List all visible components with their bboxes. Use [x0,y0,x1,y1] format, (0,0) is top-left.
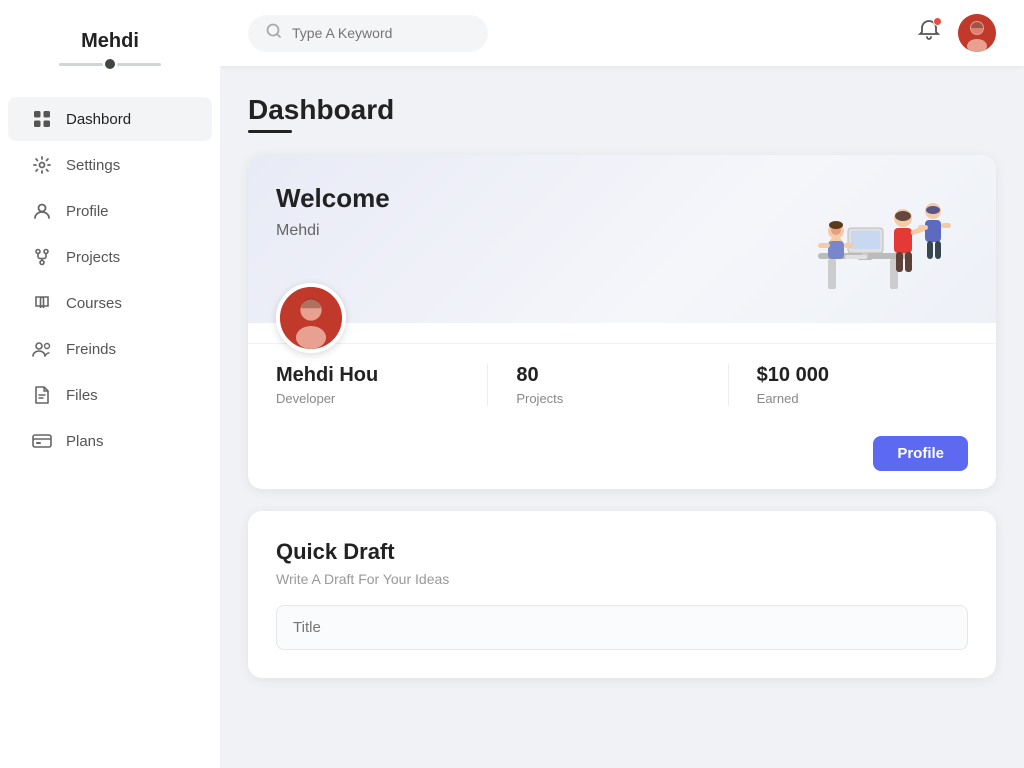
sidebar-divider [16,59,204,69]
sidebar-item-freinds[interactable]: Freinds [8,327,212,371]
sidebar-item-label-freinds: Freinds [66,341,116,358]
sidebar-nav: Dashbord Settings Profile [0,97,220,463]
stat-projects-value: 80 [516,364,727,387]
sidebar-item-courses[interactable]: Courses [8,281,212,325]
people-icon [32,339,52,359]
fork-icon [32,247,52,267]
notification-dot [933,17,942,26]
welcome-footer: Profile [248,426,996,489]
welcome-text: Welcome Mehdi [276,183,390,240]
quick-draft-subtitle: Write A Draft For Your Ideas [276,571,968,587]
draft-title-input[interactable] [276,605,968,650]
card-icon [32,431,52,451]
grid-icon [32,109,52,129]
search-input[interactable] [292,25,470,41]
welcome-stats: Mehdi Hou Developer 80 Projects $10 000 … [248,343,996,426]
search-box[interactable] [248,15,488,52]
page-title: Dashboard [248,94,996,126]
sidebar-item-label-profile: Profile [66,203,109,220]
sidebar-item-label-files: Files [66,387,98,404]
search-icon [266,23,282,44]
topbar-right [918,14,996,52]
sidebar-item-label-dashboard: Dashbord [66,111,131,128]
page-title-underline [248,130,292,133]
stat-projects-label: Projects [516,391,727,406]
sidebar-item-files[interactable]: Files [8,373,212,417]
sidebar-item-label-projects: Projects [66,249,120,266]
sidebar-user: Mehdi [0,30,220,69]
sidebar-item-label-courses: Courses [66,295,122,312]
stat-name-value: Mehdi Hou [276,364,487,387]
welcome-card-top: Welcome Mehdi [248,155,996,323]
sidebar-item-projects[interactable]: Projects [8,235,212,279]
sidebar-item-plans[interactable]: Plans [8,419,212,463]
profile-button[interactable]: Profile [873,436,968,471]
topbar [220,0,1024,66]
sidebar-item-settings[interactable]: Settings [8,143,212,187]
welcome-avatar [276,283,346,353]
stat-projects-block: 80 Projects [487,364,727,406]
welcome-card: Welcome Mehdi [248,155,996,489]
sidebar-item-dashboard[interactable]: Dashbord [8,97,212,141]
sidebar-username: Mehdi [16,30,204,53]
stat-name-block: Mehdi Hou Developer [276,364,487,406]
page-content: Dashboard Welcome Mehdi [220,66,1024,698]
sidebar: Mehdi Dashbord [0,0,220,768]
quick-draft-title: Quick Draft [276,539,968,565]
sidebar-item-profile[interactable]: Profile [8,189,212,233]
sidebar-item-label-plans: Plans [66,433,104,450]
stat-earned-block: $10 000 Earned [728,364,968,406]
user-icon [32,201,52,221]
settings-icon [32,155,52,175]
welcome-subname: Mehdi [276,222,390,240]
user-avatar-top[interactable] [958,14,996,52]
book-icon [32,293,52,313]
stat-earned-value: $10 000 [757,364,968,387]
stat-role-label: Developer [276,391,487,406]
sidebar-item-label-settings: Settings [66,157,120,174]
welcome-illustration [758,173,968,303]
page-title-block: Dashboard [248,94,996,133]
stat-earned-label: Earned [757,391,968,406]
main-content: Dashboard Welcome Mehdi [220,0,1024,768]
file-icon [32,385,52,405]
quick-draft-card: Quick Draft Write A Draft For Your Ideas [248,511,996,678]
notification-bell[interactable] [918,19,940,47]
welcome-heading: Welcome [276,183,390,214]
